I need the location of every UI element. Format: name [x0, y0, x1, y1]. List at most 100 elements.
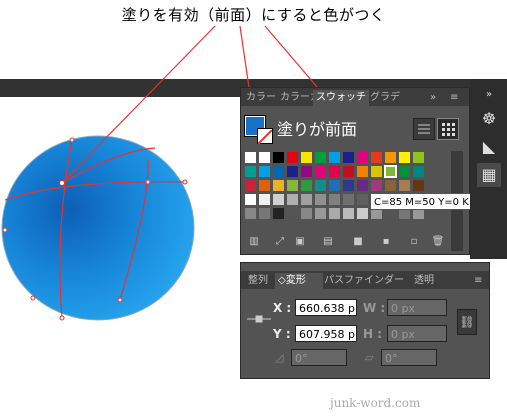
- color-swatch[interactable]: [272, 179, 285, 192]
- color-swatch[interactable]: [300, 179, 313, 192]
- color-swatch[interactable]: [272, 165, 285, 178]
- shear-field[interactable]: 0°: [381, 349, 437, 366]
- color-swatch[interactable]: [398, 151, 411, 164]
- fill-status-label: 塗りが前面: [277, 120, 358, 139]
- color-swatch[interactable]: [370, 165, 383, 178]
- color-swatch[interactable]: [356, 193, 369, 206]
- color-swatch[interactable]: [314, 151, 327, 164]
- color-swatch[interactable]: [342, 207, 355, 220]
- color-swatch[interactable]: [272, 193, 285, 206]
- color-swatch[interactable]: [300, 151, 313, 164]
- color-swatch[interactable]: [286, 207, 299, 220]
- x-label: X :: [273, 301, 292, 315]
- color-swatch[interactable]: [244, 165, 257, 178]
- color-swatch[interactable]: [258, 179, 271, 192]
- new-color-group-icon[interactable]: ▤: [321, 236, 335, 248]
- color-swatch[interactable]: [356, 207, 369, 220]
- height-field[interactable]: 0 px: [387, 325, 447, 342]
- stroke-swatch[interactable]: [257, 128, 273, 145]
- color-swatch[interactable]: [258, 151, 271, 164]
- new-folder-icon[interactable]: ■: [351, 236, 365, 248]
- list-view-icon[interactable]: [413, 118, 435, 140]
- reference-point-icon[interactable]: [245, 311, 273, 327]
- color-swatch[interactable]: [314, 207, 327, 220]
- swatches-panel-tabs: カラー カラーガ スウォッチ グラデ » ≡: [241, 88, 469, 106]
- show-kinds-icon[interactable]: ⤢: [273, 236, 287, 248]
- color-swatch[interactable]: [272, 207, 285, 220]
- color-swatch[interactable]: [328, 193, 341, 206]
- swatches-panel-icon[interactable]: ▦: [477, 163, 501, 187]
- tab-pathfinder[interactable]: パスファインダー: [321, 273, 411, 289]
- swatch-options-icon[interactable]: ▣: [293, 236, 307, 248]
- h-label: H :: [363, 327, 383, 341]
- color-swatch[interactable]: [272, 151, 285, 164]
- trash-icon[interactable]: 🗑: [431, 236, 445, 248]
- tab-align[interactable]: 整列: [245, 273, 277, 289]
- tab-swatches[interactable]: スウォッチ: [313, 90, 369, 106]
- new-swatch-icon[interactable]: ▪: [379, 236, 393, 248]
- color-swatch[interactable]: [258, 207, 271, 220]
- new-swatch-icon[interactable]: ▫: [407, 236, 421, 248]
- color-swatch[interactable]: [314, 193, 327, 206]
- anchor-point: [2, 227, 8, 233]
- color-swatch[interactable]: [258, 165, 271, 178]
- anchor-point: [182, 179, 188, 185]
- color-swatch[interactable]: [300, 193, 313, 206]
- color-swatch[interactable]: [398, 179, 411, 192]
- tab-transparency[interactable]: 透明: [411, 273, 445, 289]
- swatch-library-icon[interactable]: ▥: [247, 236, 261, 248]
- color-swatch[interactable]: [314, 165, 327, 178]
- color-swatch[interactable]: [356, 151, 369, 164]
- color-swatch[interactable]: [412, 151, 425, 164]
- color-swatch[interactable]: [370, 151, 383, 164]
- color-swatch[interactable]: [342, 193, 355, 206]
- color-swatch[interactable]: [342, 151, 355, 164]
- color-swatch[interactable]: [300, 165, 313, 178]
- color-swatch[interactable]: [286, 165, 299, 178]
- width-field[interactable]: 0 px: [387, 299, 447, 316]
- tab-color[interactable]: カラー: [243, 90, 279, 106]
- color-swatch[interactable]: [328, 207, 341, 220]
- color-swatch[interactable]: [370, 179, 383, 192]
- color-swatch[interactable]: [384, 151, 397, 164]
- color-swatch[interactable]: [328, 179, 341, 192]
- anchor-point: [69, 137, 75, 143]
- color-swatch[interactable]: [398, 165, 411, 178]
- color-swatch[interactable]: [356, 165, 369, 178]
- constrain-link-icon[interactable]: ⛓: [457, 309, 477, 335]
- brushes-palette-icon[interactable]: ☸: [477, 107, 501, 131]
- panel-expand-icon[interactable]: »: [427, 90, 445, 106]
- dock-collapse-icon[interactable]: »: [477, 83, 501, 107]
- color-swatch[interactable]: [258, 193, 271, 206]
- color-swatch[interactable]: [244, 193, 257, 206]
- tab-color-guide[interactable]: カラーガ: [277, 90, 315, 106]
- color-swatch[interactable]: [244, 151, 257, 164]
- color-swatch[interactable]: [244, 207, 257, 220]
- color-swatch[interactable]: [286, 193, 299, 206]
- color-swatch[interactable]: [286, 179, 299, 192]
- color-swatch[interactable]: [300, 207, 313, 220]
- panel-menu-icon[interactable]: ≡: [471, 273, 491, 289]
- color-swatch[interactable]: [314, 179, 327, 192]
- rotate-field[interactable]: 0°: [291, 349, 347, 366]
- x-position-field[interactable]: 660.638 p: [295, 299, 357, 316]
- color-swatch[interactable]: [244, 179, 257, 192]
- gradient-panel-icon[interactable]: ◣: [477, 135, 501, 159]
- color-swatch[interactable]: [342, 179, 355, 192]
- shear-icon: ▱: [365, 351, 374, 364]
- tab-transform[interactable]: ◇変形: [275, 273, 323, 289]
- color-swatch[interactable]: [384, 179, 397, 192]
- color-swatch[interactable]: [412, 179, 425, 192]
- color-swatch[interactable]: [328, 165, 341, 178]
- color-swatch[interactable]: [412, 165, 425, 178]
- tab-gradient[interactable]: グラデ: [367, 90, 409, 106]
- swatches-bottom-toolbar: ▥ ⤢ ▣ ▤ ■ ▪ ▫ 🗑: [241, 234, 469, 252]
- color-swatch[interactable]: [342, 165, 355, 178]
- color-swatch[interactable]: [286, 151, 299, 164]
- panel-menu-icon[interactable]: ≡: [447, 90, 467, 106]
- y-position-field[interactable]: 607.958 p: [295, 325, 357, 342]
- thumbnail-view-icon[interactable]: [437, 118, 459, 140]
- color-swatch[interactable]: [328, 151, 341, 164]
- color-swatch[interactable]: [384, 165, 397, 178]
- color-swatch[interactable]: [356, 179, 369, 192]
